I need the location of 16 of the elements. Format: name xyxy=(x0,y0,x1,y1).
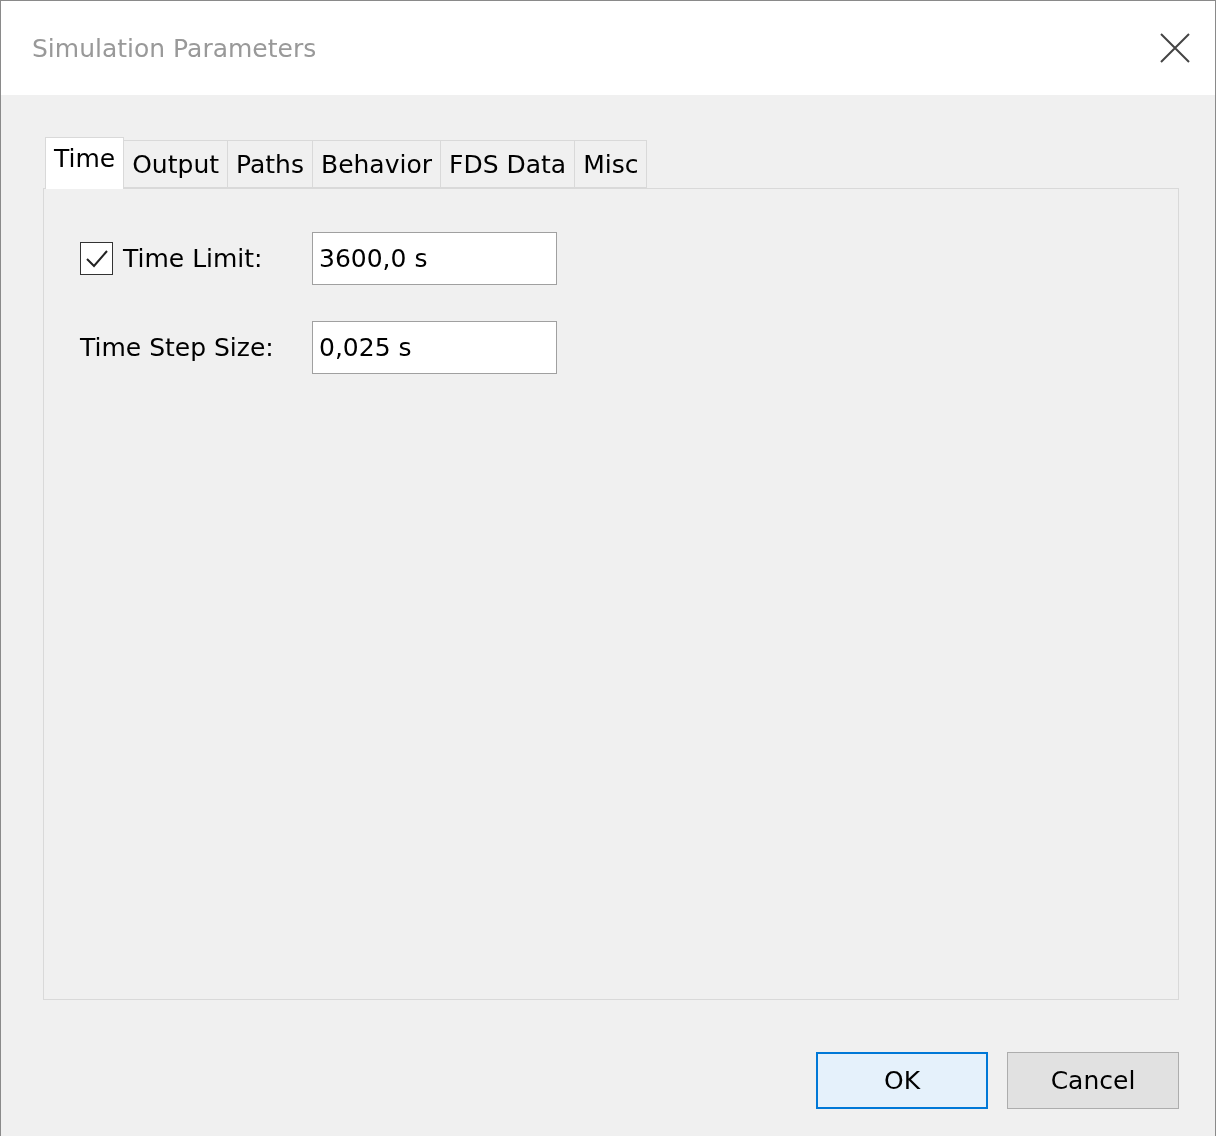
window-title: Simulation Parameters xyxy=(32,33,317,63)
tab[interactable]: Output xyxy=(123,140,229,188)
field-label: Time Step Size: xyxy=(80,333,274,362)
check-icon xyxy=(84,248,109,269)
close-icon xyxy=(1160,33,1190,63)
tab[interactable]: Behavior xyxy=(312,140,441,188)
dialog-button[interactable]: OK xyxy=(816,1052,988,1109)
input-field[interactable]: 3600,0 s xyxy=(312,232,557,285)
checkbox[interactable] xyxy=(80,242,113,275)
tab[interactable]: FDS Data xyxy=(440,140,576,188)
tab[interactable]: Misc xyxy=(574,140,648,188)
input-field[interactable]: 0,025 s xyxy=(312,321,557,374)
field-label: Time Limit: xyxy=(123,244,263,273)
tab[interactable]: Time xyxy=(45,137,125,189)
tab[interactable]: Paths xyxy=(227,140,313,188)
dialog-button[interactable]: Cancel xyxy=(1007,1052,1179,1109)
